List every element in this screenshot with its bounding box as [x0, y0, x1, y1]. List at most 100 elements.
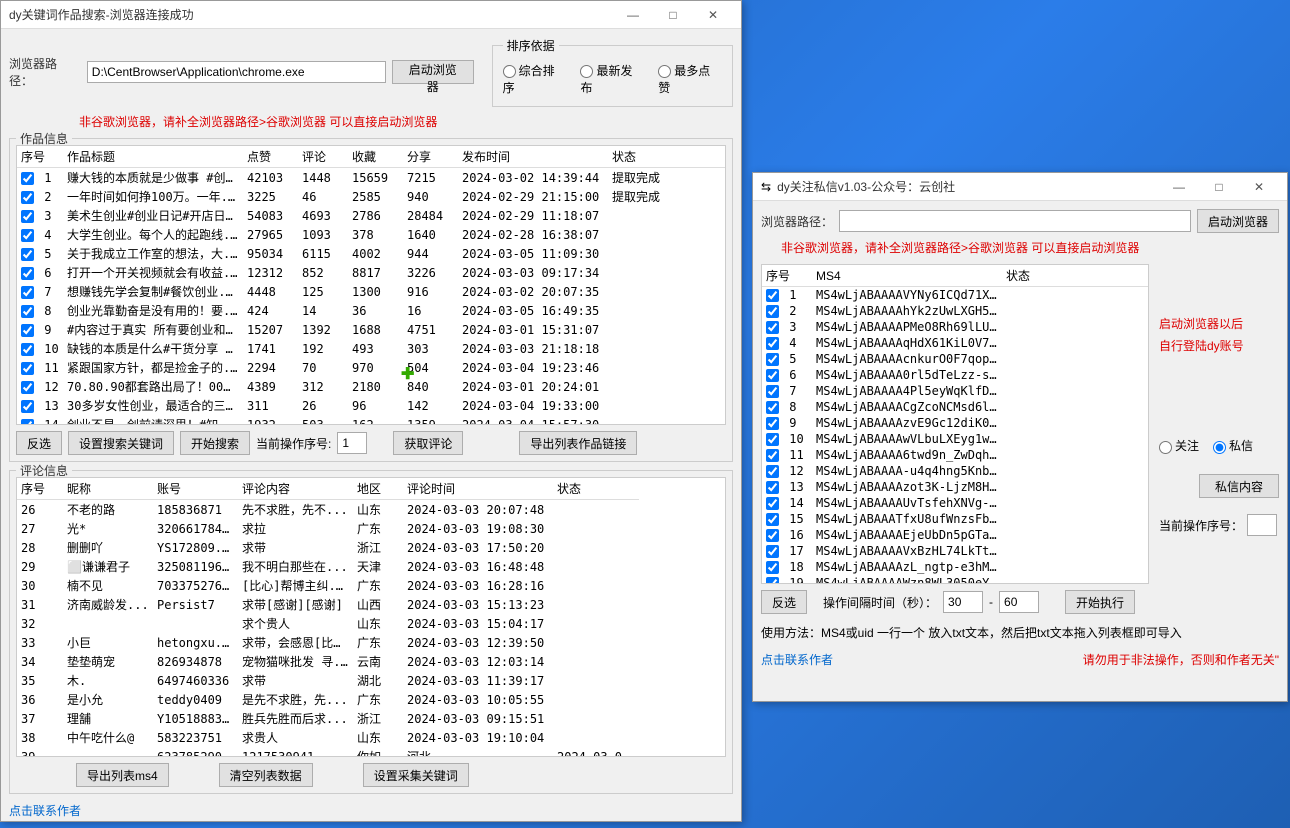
- table-row[interactable]: 3美术生创业#创业日记#开店日...5408346932786284842024…: [17, 206, 725, 225]
- table-row[interactable]: 5关于我成立工作室的想法，大...95034611540029442024-03…: [17, 244, 725, 263]
- table-row[interactable]: 11MS4wLjABAAAA6twd9n_ZwDqhij...: [762, 447, 1148, 463]
- table-row[interactable]: 1MS4wLjABAAAAVYNy6ICQd71X-n...: [762, 287, 1148, 304]
- follow-radio[interactable]: 关注: [1159, 437, 1199, 454]
- close-button[interactable]: ✕: [693, 1, 733, 28]
- close-button[interactable]: ✕: [1239, 173, 1279, 200]
- table-row[interactable]: 9MS4wLjABAAAAzvE9Gc12diK00x...: [762, 415, 1148, 431]
- table-row[interactable]: 32求个贵人山东2024-03-03 15:04:17: [17, 614, 725, 633]
- table-row[interactable]: 38中午吃什么@583223751求贵人山东2024-03-03 19:10:0…: [17, 728, 725, 747]
- row-checkbox[interactable]: [766, 433, 779, 446]
- interval-max-input[interactable]: [999, 591, 1039, 613]
- row-checkbox[interactable]: [766, 481, 779, 494]
- table-row[interactable]: 7MS4wLjABAAAA4Pl5eyWqKlfDQM...: [762, 383, 1148, 399]
- cur-seq-input[interactable]: [1247, 514, 1277, 536]
- launch-browser-button[interactable]: 启动浏览器: [392, 60, 474, 84]
- row-checkbox[interactable]: [766, 465, 779, 478]
- column-header[interactable]: 状态: [608, 146, 725, 168]
- table-row[interactable]: 27光*32066178464求拉广东2024-03-03 19:08:30: [17, 519, 725, 538]
- table-row[interactable]: 30楠不见70337527691[比心]帮博主纠...广东2024-03-03 …: [17, 576, 725, 595]
- column-header[interactable]: 发布时间: [458, 146, 608, 168]
- get-comments-button[interactable]: 获取评论: [393, 431, 463, 455]
- table-row[interactable]: 34垫垫萌宠826934878宠物猫咪批发 寻...云南2024-03-03 1…: [17, 652, 725, 671]
- column-header[interactable]: 账号: [153, 478, 238, 500]
- dm-radio[interactable]: 私信: [1213, 437, 1253, 454]
- table-row[interactable]: 16MS4wLjABAAAAEjeUbDn5pGTaTX...: [762, 527, 1148, 543]
- table-row[interactable]: 12MS4wLjABAAAA-u4q4hng5Knb2h...: [762, 463, 1148, 479]
- start-execute-button[interactable]: 开始执行: [1065, 590, 1135, 614]
- column-header[interactable]: 作品标题: [63, 146, 243, 168]
- table-row[interactable]: 14创业不易，创前请深思！#知...193250316213592024-03-…: [17, 415, 725, 425]
- table-row[interactable]: 26不老的路185836871先不求胜，先不...山东2024-03-03 20…: [17, 500, 725, 520]
- row-checkbox[interactable]: [21, 191, 34, 204]
- minimize-button[interactable]: —: [613, 1, 653, 28]
- column-header[interactable]: 状态: [1002, 265, 1148, 287]
- works-table-wrap[interactable]: 序号作品标题点赞评论收藏分享发布时间状态 1赚大钱的本质就是少做事 #创...4…: [16, 145, 726, 425]
- titlebar[interactable]: ⇆ dy关注私信v1.03-公众号：云创社 — □ ✕: [753, 173, 1287, 201]
- cur-seq-input[interactable]: [337, 432, 367, 454]
- column-header[interactable]: 收藏: [348, 146, 403, 168]
- column-header[interactable]: 序号: [762, 265, 812, 287]
- row-checkbox[interactable]: [21, 286, 34, 299]
- table-row[interactable]: 1赚大钱的本质就是少做事 #创...4210314481565972152024…: [17, 168, 725, 188]
- row-checkbox[interactable]: [766, 497, 779, 510]
- table-row[interactable]: 5MS4wLjABAAAAcnkurO0F7qopeq...: [762, 351, 1148, 367]
- table-row[interactable]: 2一年时间如何挣100万。一年...32254625859402024-02-2…: [17, 187, 725, 206]
- table-row[interactable]: 28删删吖YS172809...求带浙江2024-03-03 17:50:20: [17, 538, 725, 557]
- row-checkbox[interactable]: [766, 529, 779, 542]
- table-row[interactable]: 29⬜谦谦君子32508119675我不明白那些在...天津2024-03-03…: [17, 557, 725, 576]
- column-header[interactable]: 昵称: [63, 478, 153, 500]
- table-row[interactable]: 9#内容过于真实 所有要创业和...152071392168847512024-…: [17, 320, 725, 339]
- row-checkbox[interactable]: [21, 381, 34, 394]
- table-row[interactable]: 15MS4wLjABAAATfxU8ufWnzsFbe...: [762, 511, 1148, 527]
- table-row[interactable]: 36是小允teddy0409是先不求胜，先...广东2024-03-03 10:…: [17, 690, 725, 709]
- table-row[interactable]: 39623785290411217530941你如果事情都不...河北2024-…: [17, 747, 725, 757]
- table-row[interactable]: 10缺钱的本质是什么#干货分享 ...17411924933032024-03-…: [17, 339, 725, 358]
- sort-option-2[interactable]: 最新发布: [580, 62, 644, 96]
- column-header[interactable]: 评论内容: [238, 478, 353, 500]
- table-row[interactable]: 37理舗Y1051888327胜兵先胜而后求...浙江2024-03-03 09…: [17, 709, 725, 728]
- column-header[interactable]: 序号: [17, 146, 63, 168]
- table-row[interactable]: 7想赚钱先学会复制#餐饮创业...444812513009162024-03-0…: [17, 282, 725, 301]
- set-keyword-button[interactable]: 设置搜索关键词: [68, 431, 174, 455]
- row-checkbox[interactable]: [766, 289, 779, 302]
- ms4-table-wrap[interactable]: 序号MS4状态 1MS4wLjABAAAAVYNy6ICQd71X-n... 2…: [761, 264, 1149, 584]
- set-collect-keyword-button[interactable]: 设置采集关键词: [363, 763, 469, 787]
- invert-select-button[interactable]: 反选: [16, 431, 62, 455]
- table-row[interactable]: 10MS4wLjABAAAAwVLbuLXEyg1w-x...: [762, 431, 1148, 447]
- sort-option-3[interactable]: 最多点赞: [658, 62, 722, 96]
- titlebar[interactable]: dy关键词作品搜索-浏览器连接成功 — □ ✕: [1, 1, 741, 29]
- start-search-button[interactable]: 开始搜索: [180, 431, 250, 455]
- row-checkbox[interactable]: [21, 343, 34, 356]
- export-links-button[interactable]: 导出列表作品链接: [519, 431, 637, 455]
- row-checkbox[interactable]: [21, 400, 34, 413]
- row-checkbox[interactable]: [766, 353, 779, 366]
- row-checkbox[interactable]: [21, 172, 34, 185]
- contact-author-link[interactable]: 点击联系作者: [761, 651, 833, 668]
- row-checkbox[interactable]: [766, 513, 779, 526]
- table-row[interactable]: 4MS4wLjABAAAAqHdX61KiL0V7LE...: [762, 335, 1148, 351]
- row-checkbox[interactable]: [766, 561, 779, 574]
- table-row[interactable]: 11紧跟国家方针，都是捡金子的...2294709705042024-03-04…: [17, 358, 725, 377]
- table-row[interactable]: 13MS4wLjABAAAAzot3K-LjzM8H_P...: [762, 479, 1148, 495]
- table-row[interactable]: 18MS4wLjABAAAAzL_ngtp-e3hMm4...: [762, 559, 1148, 575]
- contact-author-link[interactable]: 点击联系作者: [9, 802, 733, 819]
- column-header[interactable]: 地区: [353, 478, 403, 500]
- browser-path-input[interactable]: [839, 210, 1191, 232]
- row-checkbox[interactable]: [766, 369, 779, 382]
- column-header[interactable]: 状态: [553, 478, 639, 500]
- row-checkbox[interactable]: [766, 417, 779, 430]
- invert-select-button[interactable]: 反选: [761, 590, 807, 614]
- interval-min-input[interactable]: [943, 591, 983, 613]
- row-checkbox[interactable]: [21, 419, 34, 426]
- table-row[interactable]: 19MS4wLjABAAAAWzn8WL3050eYir...: [762, 575, 1148, 584]
- maximize-button[interactable]: □: [1199, 173, 1239, 200]
- maximize-button[interactable]: □: [653, 1, 693, 28]
- table-row[interactable]: 6打开一个开关视频就会有收益...12312852881732262024-03…: [17, 263, 725, 282]
- row-checkbox[interactable]: [766, 577, 779, 584]
- table-row[interactable]: 8MS4wLjABAAAACgZcoNCMsd6lm...: [762, 399, 1148, 415]
- row-checkbox[interactable]: [766, 545, 779, 558]
- row-checkbox[interactable]: [766, 321, 779, 334]
- table-row[interactable]: 8创业光靠勤奋是没有用的！要...4241436162024-03-05 16:…: [17, 301, 725, 320]
- row-checkbox[interactable]: [766, 337, 779, 350]
- table-row[interactable]: 1330多岁女性创业，最适合的三...31126961422024-03-04 …: [17, 396, 725, 415]
